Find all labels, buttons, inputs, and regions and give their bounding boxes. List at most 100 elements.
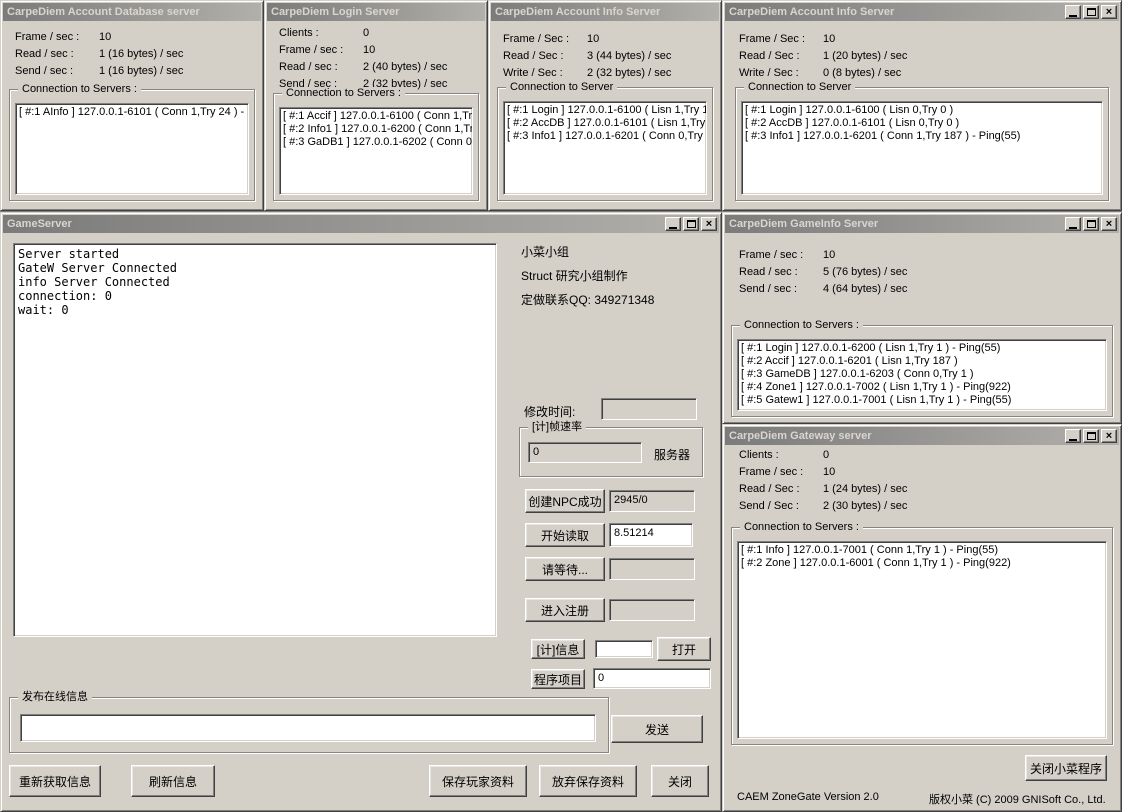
connection-item[interactable]: [ #:1 Login ] 127.0.0.1-6200 ( Lisn 1,Tr… <box>741 342 1103 355</box>
connection-item[interactable]: [ #:2 Accif ] 127.0.0.1-6201 ( Lisn 1,Tr… <box>741 355 1103 368</box>
stat-value: 1 (16 bytes) / sec <box>99 65 183 78</box>
stat-label: Frame / sec : <box>15 31 99 44</box>
connection-item[interactable]: [ #:3 GameDB ] 127.0.0.1-6203 ( Conn 0,T… <box>741 368 1103 381</box>
window-title: CarpeDiem Account Info Server <box>729 6 1061 18</box>
create-npc-button[interactable]: 创建NPC成功 <box>525 489 605 513</box>
window-title: CarpeDiem Gateway server <box>729 430 1061 442</box>
enter-register-button[interactable]: 进入注册 <box>525 598 605 622</box>
connection-item[interactable]: [ #:1 Login ] 127.0.0.1-6100 ( Lisn 1,Tr… <box>507 104 703 117</box>
connection-item[interactable]: [ #:5 Gatew1 ] 127.0.0.1-7001 ( Lisn 1,T… <box>741 394 1103 407</box>
titlebar[interactable]: CarpeDiem Login Server <box>267 3 485 21</box>
please-wait-button[interactable]: 请等待... <box>525 557 605 581</box>
maximize-button[interactable] <box>683 217 699 231</box>
stat-value: 3 (44 bytes) / sec <box>587 50 671 63</box>
stat-value: 2 (30 bytes) / sec <box>823 500 907 513</box>
stat-value: 4 (64 bytes) / sec <box>823 283 907 296</box>
send-button[interactable]: 发送 <box>611 715 703 743</box>
stats-panel: Clients : 0 Frame / sec : 10 Read / Sec … <box>739 449 907 513</box>
window-game-server: GameServer × Server started GateW Server… <box>0 212 722 812</box>
stat-label: Read / sec : <box>279 61 363 74</box>
npc-count-field[interactable]: 2945/0 <box>609 490 695 512</box>
start-read-button[interactable]: 开始读取 <box>525 523 605 547</box>
refresh-info-button[interactable]: 刷新信息 <box>131 765 215 797</box>
stat-label: Read / Sec : <box>503 50 587 63</box>
minimize-button[interactable] <box>665 217 681 231</box>
connection-list[interactable]: [ #:1 Login ] 127.0.0.1-6200 ( Lisn 1,Tr… <box>737 339 1107 411</box>
maximize-button[interactable] <box>1083 429 1099 443</box>
connection-list[interactable]: [ #:1 Accif ] 127.0.0.1-6100 ( Conn 1,Tr… <box>279 107 473 195</box>
close-button[interactable]: × <box>1101 429 1117 443</box>
server-log[interactable]: Server started GateW Server Connected in… <box>13 243 497 637</box>
maximize-icon <box>1087 8 1096 16</box>
group-label: Connection to Server <box>744 81 855 94</box>
window-gameinfo-server: CarpeDiem GameInfo Server × Frame / sec … <box>722 212 1122 424</box>
titlebar[interactable]: CarpeDiem Account Database server <box>3 3 261 21</box>
connection-item[interactable]: [ #:2 Zone ] 127.0.0.1-6001 ( Conn 1,Try… <box>741 557 1103 570</box>
connection-item[interactable]: [ #:3 Info1 ] 127.0.0.1-6201 ( Conn 1,Tr… <box>745 130 1099 143</box>
connection-list[interactable]: [ #:1 Info ] 127.0.0.1-7001 ( Conn 1,Try… <box>737 541 1107 739</box>
titlebar[interactable]: CarpeDiem Account Info Server × <box>725 3 1119 21</box>
connection-item[interactable]: [ #:2 AccDB ] 127.0.0.1-6101 ( Lisn 0,Tr… <box>745 117 1099 130</box>
close-button[interactable]: × <box>1101 5 1117 19</box>
program-item-button[interactable]: 程序项目 <box>531 669 585 689</box>
titlebar[interactable]: GameServer × <box>3 215 719 233</box>
connection-list[interactable]: [ #:1 Login ] 127.0.0.1-6100 ( Lisn 1,Tr… <box>503 101 707 195</box>
refetch-info-button[interactable]: 重新获取信息 <box>9 765 101 797</box>
maximize-button[interactable] <box>1083 5 1099 19</box>
connection-item[interactable]: [ #:2 Info1 ] 127.0.0.1-6200 ( Conn 1,Tr… <box>283 123 469 136</box>
save-player-data-button[interactable]: 保存玩家资料 <box>429 765 527 797</box>
wait-field[interactable] <box>609 558 695 580</box>
stat-value: 2 (32 bytes) / sec <box>587 67 671 80</box>
stat-value: 1 (24 bytes) / sec <box>823 483 907 496</box>
close-button[interactable]: × <box>1101 217 1117 231</box>
minimize-icon <box>669 227 677 229</box>
window-account-info-server-2: CarpeDiem Account Info Server × Frame / … <box>722 0 1122 211</box>
stat-value: 1 (20 bytes) / sec <box>823 50 907 63</box>
connection-item[interactable]: [ #:1 AInfo ] 127.0.0.1-6101 ( Conn 1,Tr… <box>19 106 245 119</box>
connection-item[interactable]: [ #:1 Accif ] 127.0.0.1-6100 ( Conn 1,Tr… <box>283 110 469 123</box>
program-item-field[interactable]: 0 <box>593 668 711 689</box>
stat-label: Read / Sec : <box>739 483 823 496</box>
titlebar[interactable]: CarpeDiem Account Info Server <box>491 3 719 21</box>
connection-item[interactable]: [ #:2 AccDB ] 127.0.0.1-6101 ( Lisn 1,Tr… <box>507 117 703 130</box>
discard-save-button[interactable]: 放弃保存资料 <box>539 765 637 797</box>
close-button[interactable]: × <box>701 217 717 231</box>
connection-item[interactable]: [ #:4 Zone1 ] 127.0.0.1-7002 ( Lisn 1,Tr… <box>741 381 1103 394</box>
log-line: GateW Server Connected <box>18 261 492 275</box>
connection-list[interactable]: [ #:1 AInfo ] 127.0.0.1-6101 ( Conn 1,Tr… <box>15 103 249 195</box>
frame-rate-field[interactable]: 0 <box>528 442 642 463</box>
connection-item[interactable]: [ #:3 Info1 ] 127.0.0.1-6201 ( Conn 0,Tr… <box>507 130 703 143</box>
info-button[interactable]: [计]信息 <box>531 639 585 659</box>
connection-item[interactable]: [ #:3 GaDB1 ] 127.0.0.1-6202 ( Conn 0,Tr… <box>283 136 469 149</box>
maximize-icon <box>687 220 696 228</box>
close-button-gameserver[interactable]: 关闭 <box>651 765 709 797</box>
read-value-field[interactable]: 8.51214 <box>609 523 693 547</box>
stat-value: 10 <box>99 31 183 44</box>
stat-label: Clients : <box>279 27 363 40</box>
publish-message-input[interactable] <box>20 714 596 742</box>
titlebar[interactable]: CarpeDiem Gateway server × <box>725 427 1119 445</box>
connection-item[interactable]: [ #:1 Login ] 127.0.0.1-6100 ( Lisn 0,Tr… <box>745 104 1099 117</box>
stat-label: Frame / sec : <box>739 466 823 479</box>
stat-value: 10 <box>587 33 671 46</box>
stat-label: Read / sec : <box>739 266 823 279</box>
window-login-server: CarpeDiem Login Server Clients : 0 Frame… <box>264 0 488 211</box>
stat-label: Send / Sec : <box>739 500 823 513</box>
group-label: Connection to Servers : <box>740 521 863 534</box>
modify-time-field[interactable] <box>601 398 697 420</box>
connection-list[interactable]: [ #:1 Login ] 127.0.0.1-6100 ( Lisn 0,Tr… <box>741 101 1103 195</box>
stat-value: 0 <box>363 27 447 40</box>
info-field[interactable] <box>595 640 653 658</box>
minimize-button[interactable] <box>1065 217 1081 231</box>
minimize-button[interactable] <box>1065 5 1081 19</box>
stat-value: 0 (8 bytes) / sec <box>823 67 907 80</box>
maximize-icon <box>1087 220 1096 228</box>
close-app-button[interactable]: 关闭小菜程序 <box>1025 755 1107 781</box>
maximize-button[interactable] <box>1083 217 1099 231</box>
minimize-button[interactable] <box>1065 429 1081 443</box>
register-field[interactable] <box>609 599 695 621</box>
open-button[interactable]: 打开 <box>657 637 711 661</box>
connection-item[interactable]: [ #:1 Info ] 127.0.0.1-7001 ( Conn 1,Try… <box>741 544 1103 557</box>
stat-label: Read / Sec : <box>739 50 823 63</box>
titlebar[interactable]: CarpeDiem GameInfo Server × <box>725 215 1119 233</box>
